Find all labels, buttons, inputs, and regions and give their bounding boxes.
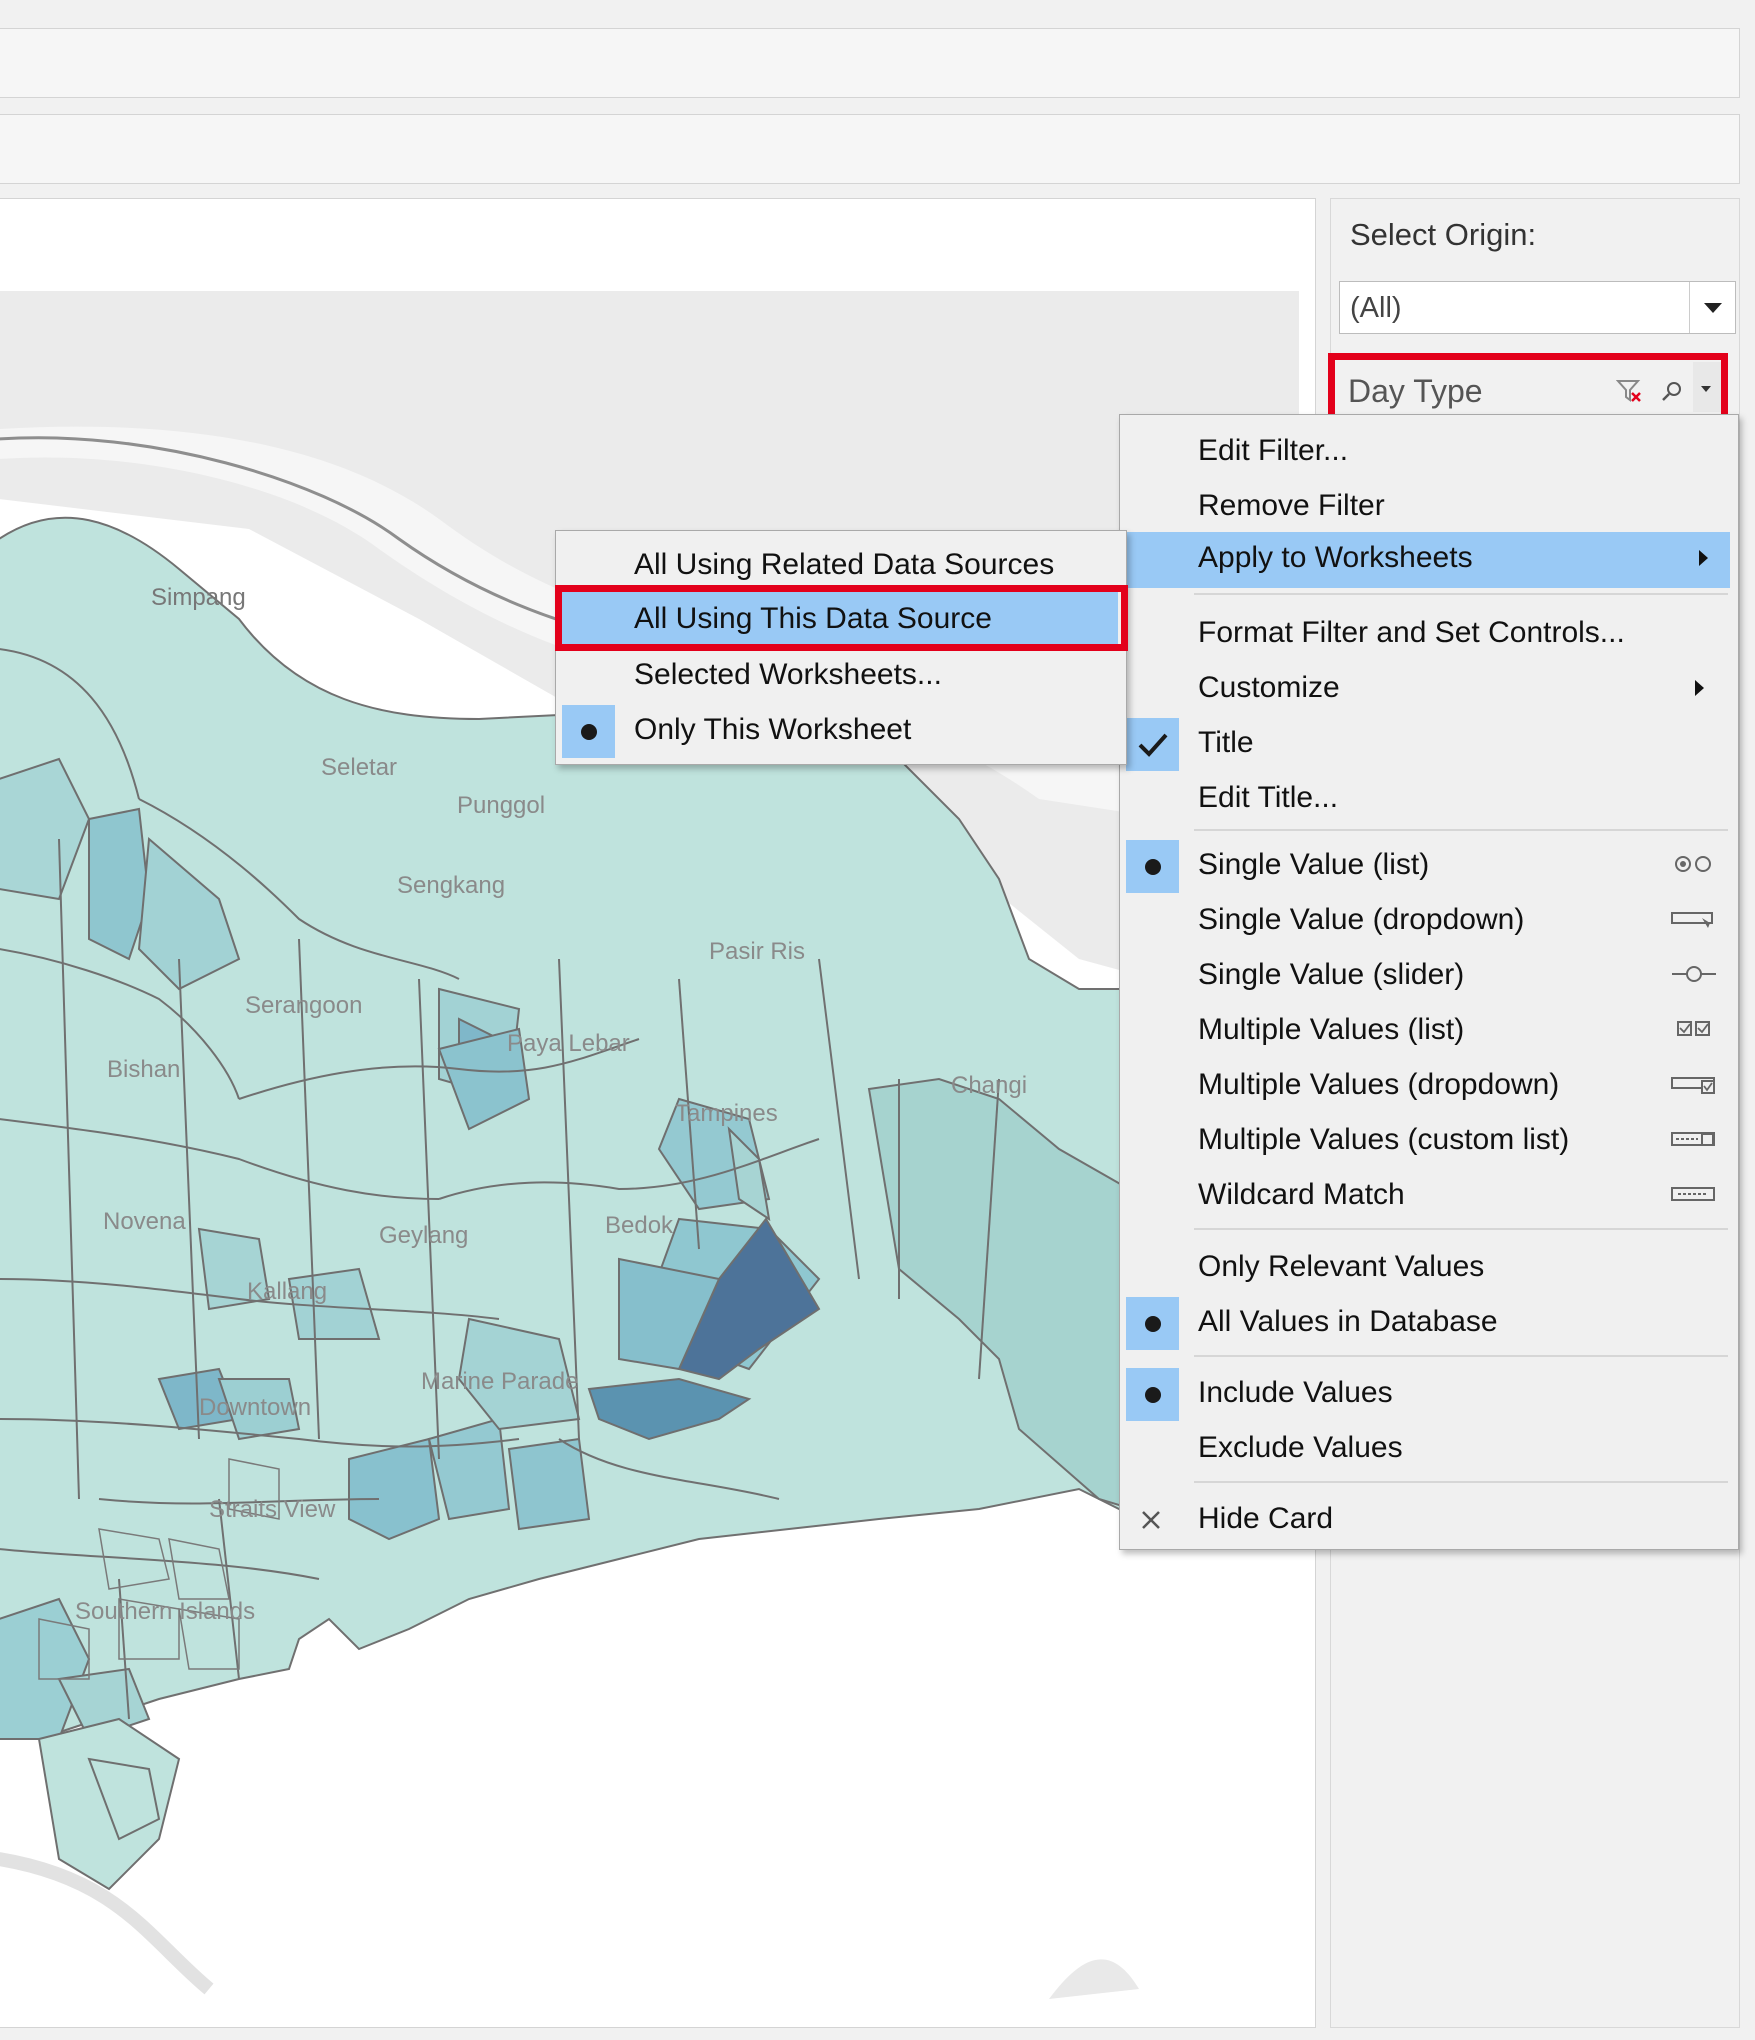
checkbox-list-icon [1677,1021,1710,1036]
toolbar-strip-1 [0,28,1740,98]
slider-control-icon [1672,966,1716,982]
map-label-changi: Changi [951,1072,1027,1099]
menu-separator [1194,1355,1728,1357]
map-label-punggol: Punggol [457,792,545,819]
menu-single-value-slider[interactable]: Single Value (slider) [1120,949,1738,1004]
selected-radio-icon [1145,1316,1161,1332]
map-label-geylang: Geylang [379,1222,468,1249]
select-origin-label: Select Origin: [1350,217,1537,252]
submenu-arrow-icon [1695,680,1704,696]
menu-hide-card[interactable]: Hide Card [1120,1493,1738,1548]
map-label-straits-view: Straits View [209,1496,336,1523]
menu-format-filter-controls[interactable]: Format Filter and Set Controls... [1120,607,1738,662]
menu-separator [1194,593,1728,595]
menu-exclude-values[interactable]: Exclude Values [1120,1422,1738,1477]
annotation-box-all-using-this-data-source [555,585,1128,651]
map-label-seletar: Seletar [321,754,397,781]
menu-only-relevant-values[interactable]: Only Relevant Values [1120,1241,1738,1296]
menu-separator [1194,829,1728,831]
filter-context-menu: Edit Filter... Remove Filter Apply to Wo… [1119,414,1739,1550]
menu-edit-title[interactable]: Edit Title... [1120,772,1738,827]
map-label-bishan: Bishan [107,1056,180,1083]
title-check-box [1126,718,1179,771]
map-label-marine-parade: Marine Parade [421,1368,578,1395]
menu-all-values-in-database[interactable]: All Values in Database [1120,1296,1738,1351]
map-label-paya-lebar: Paya Lebar [507,1030,630,1057]
menu-remove-filter[interactable]: Remove Filter [1120,480,1738,535]
menu-wildcard-match[interactable]: Wildcard Match [1120,1169,1738,1224]
menu-include-values[interactable]: Include Values [1120,1367,1738,1422]
menu-separator [1194,1228,1728,1230]
map-label-bedok: Bedok [605,1212,674,1239]
menu-apply-to-worksheets[interactable]: Apply to Worksheets [1124,532,1730,588]
origin-dropdown-value: (All) [1350,292,1402,324]
selected-radio-icon [581,724,597,740]
chevron-down-icon[interactable] [1689,282,1735,333]
radio-list-icon [1675,856,1711,872]
map-label-pasir-ris: Pasir Ris [709,938,805,965]
map-label-simpang: Simpang [151,584,246,611]
map-label-novena: Novena [103,1208,186,1235]
dropdown-control-icon [1671,912,1713,928]
map-label-southern-islands: Southern Islands [75,1598,255,1625]
toolbar-strip-2 [0,114,1740,184]
map-label-sengkang: Sengkang [397,872,505,899]
map-label-kallang: Kallang [247,1278,327,1305]
menu-single-value-list[interactable]: Single Value (list) [1120,839,1738,894]
submenu-arrow-icon [1699,550,1708,566]
checkmark-icon [1138,733,1168,757]
menu-multiple-values-custom-list[interactable]: Multiple Values (custom list) [1120,1114,1738,1169]
map-label-serangoon: Serangoon [245,992,362,1019]
menu-multiple-values-list[interactable]: Multiple Values (list) [1120,1004,1738,1059]
map-label-downtown: Downtown [199,1394,311,1421]
submenu-selected-worksheets[interactable]: Selected Worksheets... [556,649,1126,704]
multi-dropdown-icon [1671,1077,1715,1094]
menu-separator [1194,1481,1728,1483]
wildcard-field-icon [1671,1187,1715,1201]
submenu-only-this-worksheet[interactable]: Only This Worksheet [556,704,1126,759]
origin-dropdown[interactable]: (All) [1339,281,1736,334]
menu-single-value-dropdown[interactable]: Single Value (dropdown) [1120,894,1738,949]
menu-title[interactable]: Title [1120,717,1738,772]
menu-edit-filter[interactable]: Edit Filter... [1120,425,1738,480]
selected-radio-icon [1145,1387,1161,1403]
selected-radio-icon [1145,859,1161,875]
menu-customize[interactable]: Customize [1120,662,1738,717]
close-icon [1142,1511,1160,1529]
menu-multiple-values-dropdown[interactable]: Multiple Values (dropdown) [1120,1059,1738,1114]
map-label-tampines: Tampines [675,1100,778,1127]
custom-list-icon [1671,1132,1715,1146]
